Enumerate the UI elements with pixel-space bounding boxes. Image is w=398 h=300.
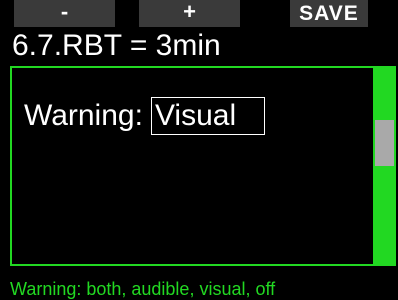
settings-content: Warning: Visual — [12, 68, 375, 264]
settings-panel: Warning: Visual — [10, 66, 396, 266]
softkey-bar: - + SAVE — [0, 0, 398, 27]
scroll-thumb[interactable] — [375, 120, 394, 166]
warning-setting-row: Warning: Visual — [24, 96, 266, 136]
scrollbar[interactable] — [375, 68, 394, 264]
menu-title: 6.7.RBT = 3min — [12, 29, 221, 62]
increase-button[interactable]: + — [139, 0, 240, 27]
decrease-button[interactable]: - — [14, 0, 115, 27]
warning-value-field[interactable]: Visual — [150, 97, 266, 135]
save-button[interactable]: SAVE — [290, 0, 368, 27]
help-text: Warning: both, audible, visual, off — [10, 279, 276, 299]
warning-label: Warning: — [24, 99, 143, 132]
